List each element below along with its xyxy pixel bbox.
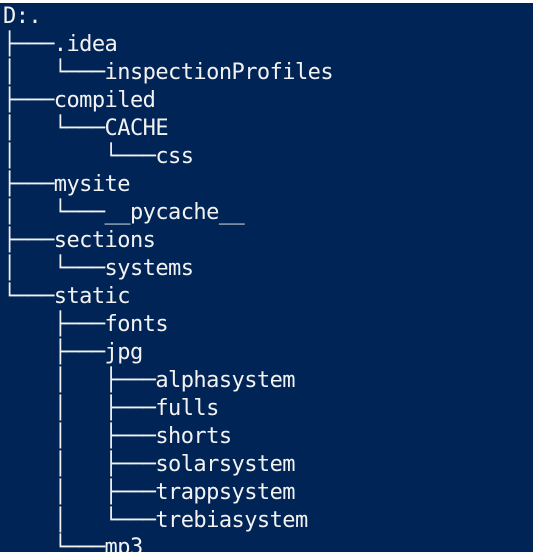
tree-line-systems: │ └───systems [3, 256, 194, 281]
console-window[interactable]: D:. ├───.idea │ └───inspectionProfiles ├… [0, 3, 533, 552]
tree-line-mp3: └───mp3 [3, 535, 143, 552]
tree-line-trebiasystem: │ └───trebiasystem [3, 508, 308, 533]
tree-line-jpg: ├───jpg [3, 340, 143, 365]
tree-line-pycache: │ └───__pycache__ [3, 200, 245, 225]
tree-line-alphasystem: │ ├───alphasystem [3, 368, 296, 393]
tree-line-mysite: ├───mysite [3, 172, 131, 197]
tree-line-static: └───static [3, 284, 131, 309]
tree-line-sections: ├───sections [3, 228, 156, 253]
tree-line-idea: ├───.idea [3, 32, 118, 57]
screenshot-frame: D:. ├───.idea │ └───inspectionProfiles ├… [0, 0, 537, 552]
tree-line-compiled: ├───compiled [3, 88, 156, 113]
tree-line-inspectionprofiles: │ └───inspectionProfiles [3, 60, 334, 85]
tree-root: D:. [3, 4, 42, 29]
tree-line-fulls: │ ├───fulls [3, 396, 220, 421]
tree-line-shorts: │ ├───shorts [3, 424, 232, 449]
tree-line-trappsystem: │ ├───trappsystem [3, 480, 296, 505]
tree-line-cache: │ └───CACHE [3, 116, 169, 141]
tree-line-solarsystem: │ ├───solarsystem [3, 452, 296, 477]
tree-line-fonts: ├───fonts [3, 312, 169, 337]
tree-line-css: │ └───css [3, 144, 194, 169]
